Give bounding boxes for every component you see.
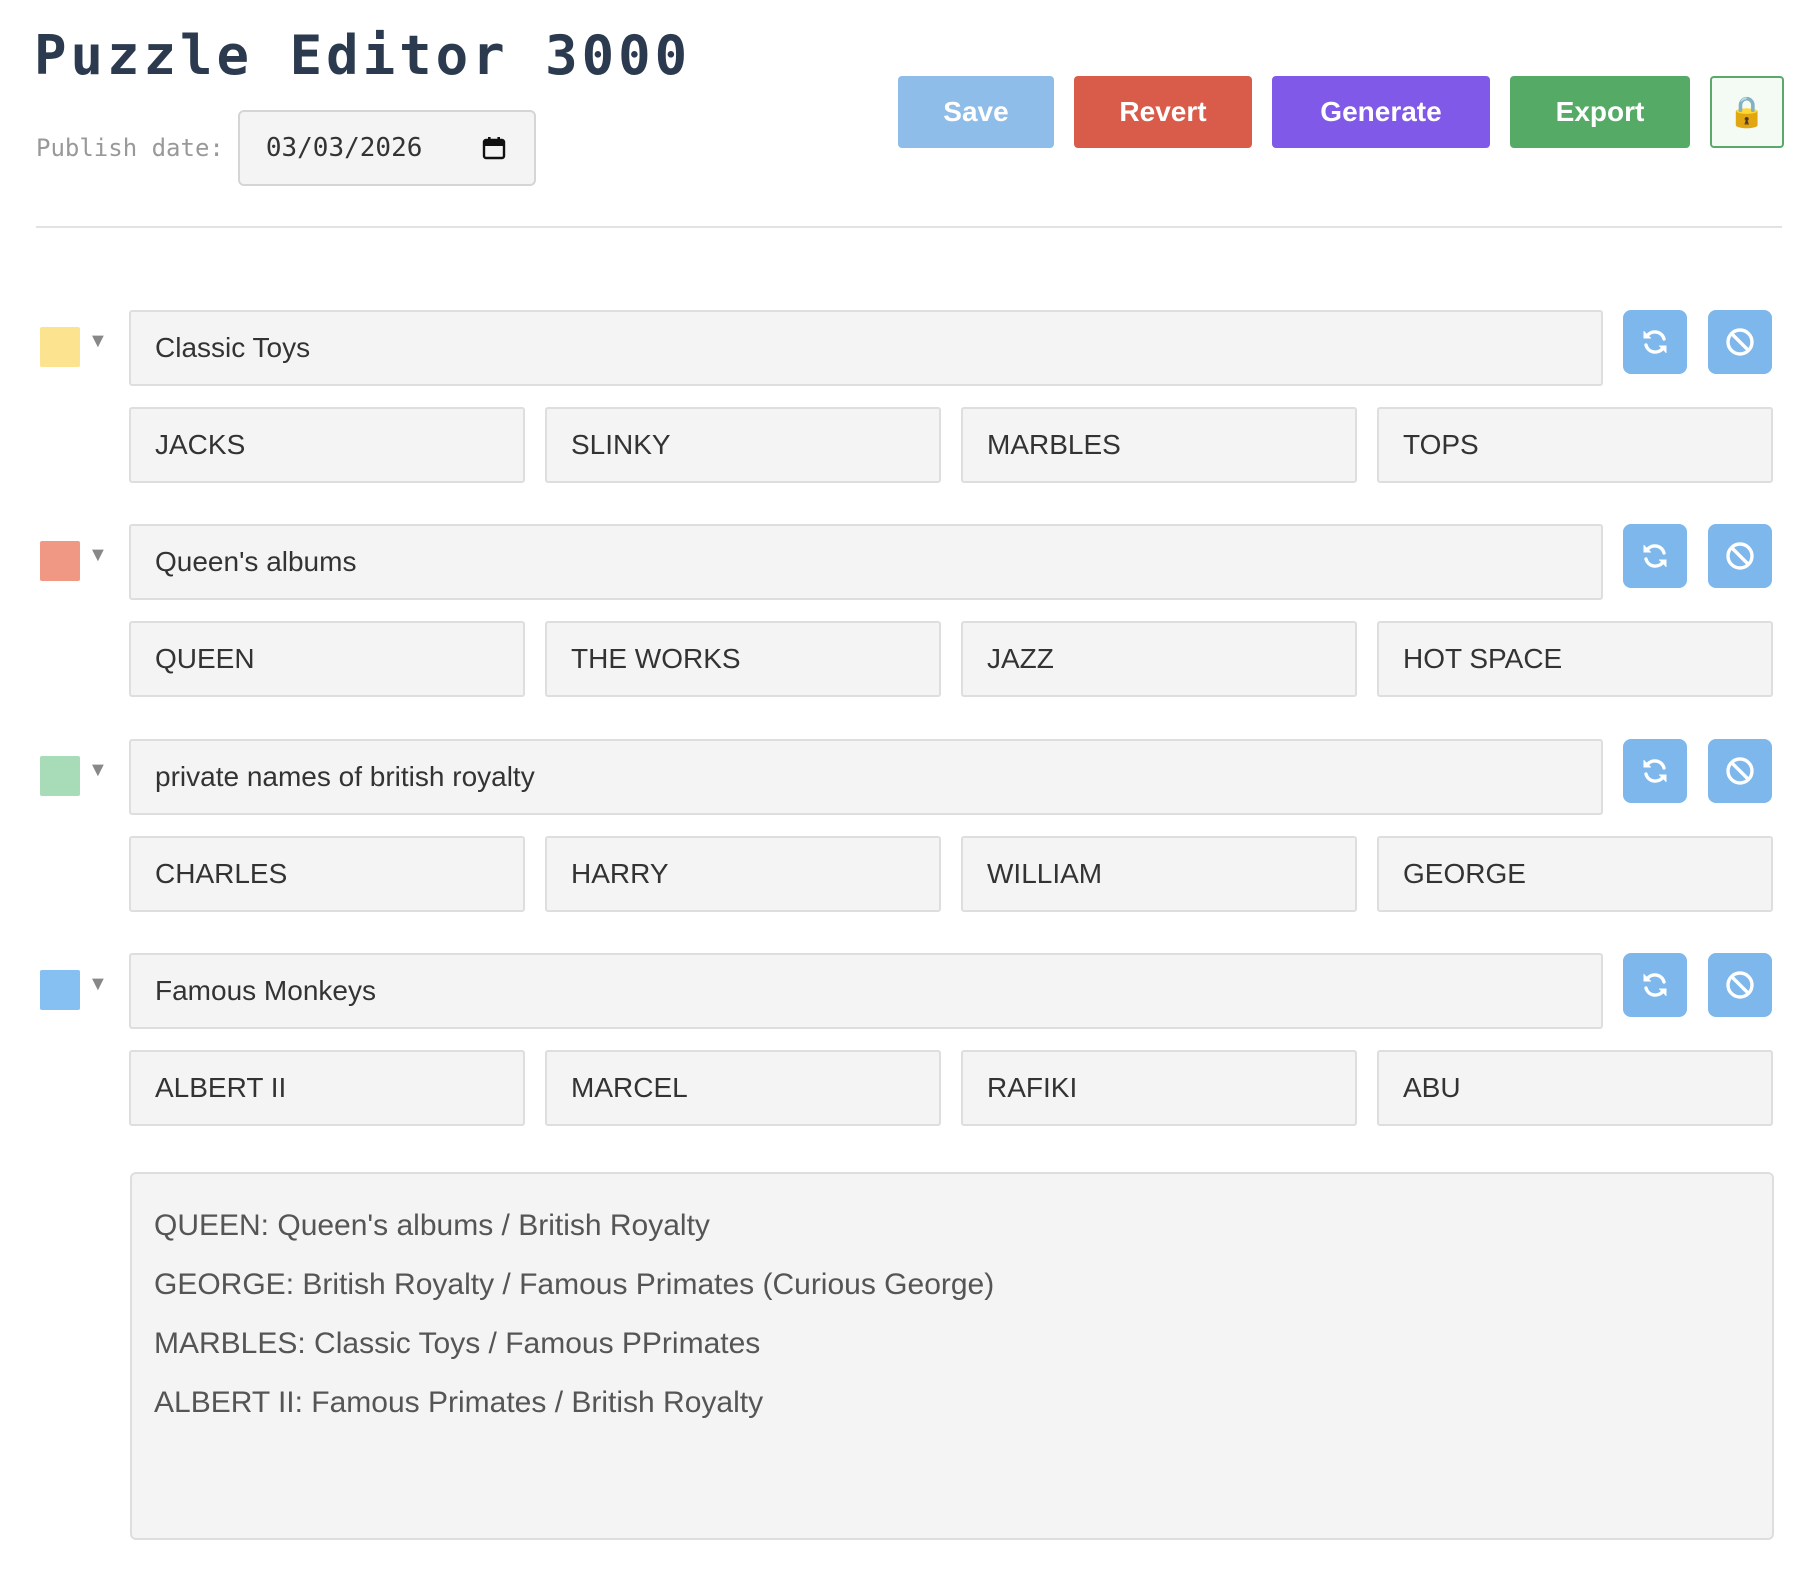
note-line: MARBLES: Classic Toys / Famous PPrimates — [154, 1327, 761, 1360]
word-row-3 — [129, 836, 1773, 912]
expand-caret-icon[interactable]: ▼ — [88, 330, 108, 353]
refresh-icon — [1639, 969, 1671, 1001]
group-color-swatch[interactable] — [40, 327, 80, 367]
group-name-input[interactable] — [129, 739, 1603, 815]
regenerate-button[interactable] — [1623, 310, 1687, 374]
word-input[interactable] — [129, 836, 525, 912]
regenerate-button[interactable] — [1623, 953, 1687, 1017]
word-input[interactable] — [545, 1050, 941, 1126]
ban-icon — [1724, 969, 1756, 1001]
word-input[interactable] — [545, 836, 941, 912]
expand-caret-icon[interactable]: ▼ — [88, 759, 108, 782]
exclude-button[interactable] — [1708, 739, 1772, 803]
toolbar: Save Revert Generate Export 🔒 — [898, 76, 1784, 148]
calendar-icon[interactable] — [482, 136, 506, 160]
group-color-swatch[interactable] — [40, 756, 80, 796]
refresh-icon — [1639, 540, 1671, 572]
word-row-4 — [129, 1050, 1773, 1126]
publish-date-label: Publish date: — [36, 134, 224, 162]
export-button[interactable]: Export — [1510, 76, 1690, 148]
publish-date-row: Publish date: 03/03/2026 — [36, 110, 536, 186]
generate-button[interactable]: Generate — [1272, 76, 1490, 148]
note-line: ALBERT II: Famous Primates / British Roy… — [154, 1386, 764, 1419]
regenerate-button[interactable] — [1623, 524, 1687, 588]
word-input[interactable] — [1377, 407, 1773, 483]
ban-icon — [1724, 540, 1756, 572]
word-input[interactable] — [545, 621, 941, 697]
group-name-input[interactable] — [129, 310, 1603, 386]
word-input[interactable] — [129, 407, 525, 483]
expand-caret-icon[interactable]: ▼ — [88, 973, 108, 996]
lock-button[interactable]: 🔒 — [1710, 76, 1784, 148]
note-line: QUEEN: Queen's albums / British Royalty — [154, 1209, 710, 1242]
word-input[interactable] — [961, 1050, 1357, 1126]
revert-button[interactable]: Revert — [1074, 76, 1252, 148]
word-input[interactable] — [1377, 836, 1773, 912]
group-header-4: ▼ — [40, 953, 1773, 1029]
ban-icon — [1724, 755, 1756, 787]
expand-caret-icon[interactable]: ▼ — [88, 544, 108, 567]
header-divider — [36, 226, 1782, 228]
app-title: Puzzle Editor 3000 — [34, 24, 692, 87]
overlap-notes-textarea[interactable]: QUEEN: Queen's albums / British Royalty … — [130, 1172, 1774, 1540]
word-input[interactable] — [961, 836, 1357, 912]
refresh-icon — [1639, 755, 1671, 787]
group-name-input[interactable] — [129, 524, 1603, 600]
word-input[interactable] — [545, 407, 941, 483]
publish-date-input[interactable]: 03/03/2026 — [237, 110, 536, 186]
word-input[interactable] — [961, 407, 1357, 483]
word-input[interactable] — [1377, 1050, 1773, 1126]
group-header-3: ▼ — [40, 739, 1773, 815]
word-row-1 — [129, 407, 1773, 483]
exclude-button[interactable] — [1708, 524, 1772, 588]
word-input[interactable] — [1377, 621, 1773, 697]
word-input[interactable] — [129, 621, 525, 697]
regenerate-button[interactable] — [1623, 739, 1687, 803]
publish-date-value: 03/03/2026 — [265, 133, 423, 163]
lock-icon: 🔒 — [1728, 95, 1766, 129]
refresh-icon — [1639, 326, 1671, 358]
group-color-swatch[interactable] — [40, 970, 80, 1010]
group-header-2: ▼ — [40, 524, 1773, 600]
word-input[interactable] — [961, 621, 1357, 697]
exclude-button[interactable] — [1708, 953, 1772, 1017]
exclude-button[interactable] — [1708, 310, 1772, 374]
word-row-2 — [129, 621, 1773, 697]
group-name-input[interactable] — [129, 953, 1603, 1029]
group-color-swatch[interactable] — [40, 541, 80, 581]
save-button[interactable]: Save — [898, 76, 1054, 148]
group-header-1: ▼ — [40, 310, 1773, 386]
ban-icon — [1724, 326, 1756, 358]
note-line: GEORGE: British Royalty / Famous Primate… — [154, 1268, 995, 1301]
word-input[interactable] — [129, 1050, 525, 1126]
